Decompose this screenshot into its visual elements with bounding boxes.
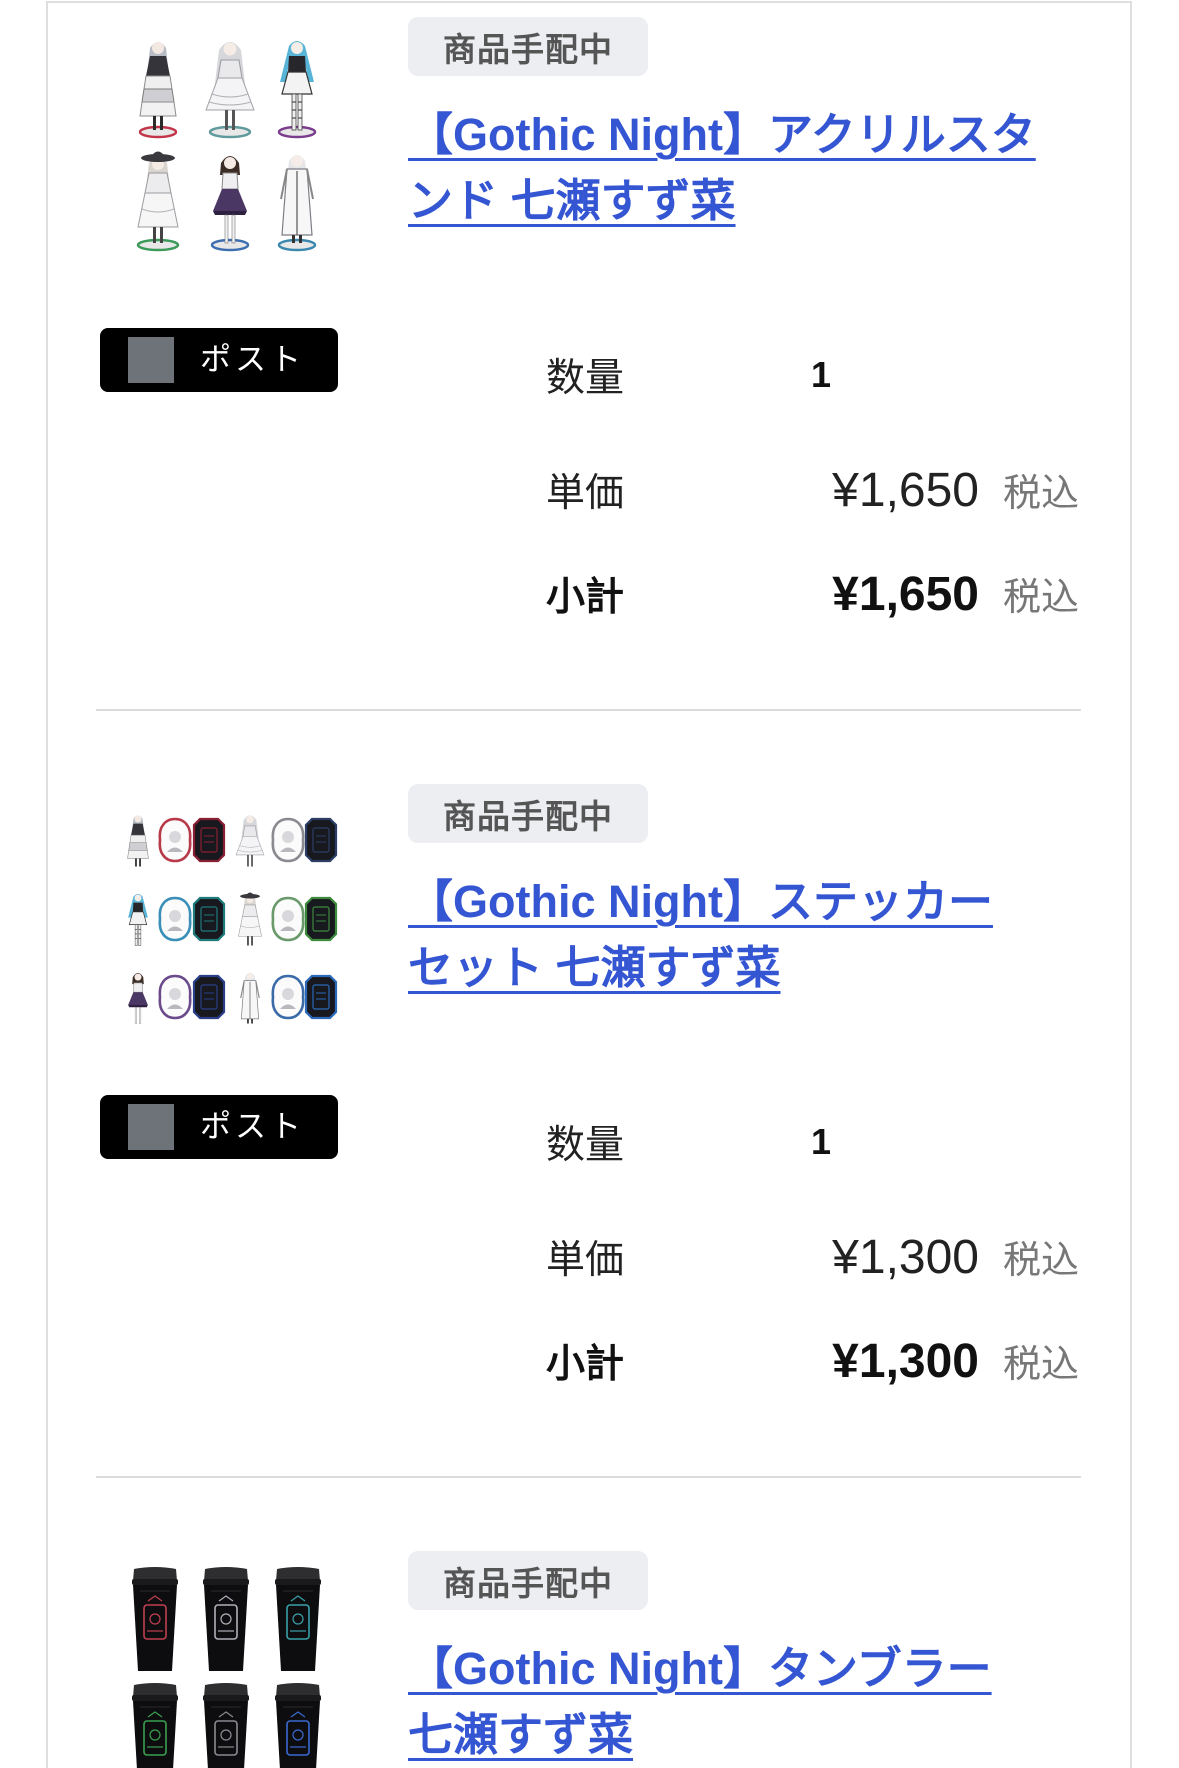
tax-included-label: 税込 bbox=[1002, 1342, 1079, 1386]
product-thumbnail[interactable] bbox=[122, 797, 360, 1041]
subtotal-amount: ¥1,650 bbox=[832, 568, 979, 621]
shipping-method-label: ポスト bbox=[200, 342, 305, 378]
shipping-method-label: ポスト bbox=[200, 1109, 305, 1145]
subtotal-value: ¥1,650 税込 bbox=[808, 566, 1079, 622]
tax-included-label: 税込 bbox=[1002, 1238, 1079, 1282]
shipping-method-badge: ポスト bbox=[100, 1095, 338, 1159]
acrylic-stand-set-image bbox=[122, 30, 360, 274]
status-badge-label: 商品手配中 bbox=[443, 1563, 613, 1603]
product-title-line: 【Gothic Night】ステッカー bbox=[408, 876, 993, 927]
status-badge: 商品手配中 bbox=[408, 1551, 648, 1610]
product-thumbnail[interactable] bbox=[122, 30, 360, 274]
unit-price-value: ¥1,300 税込 bbox=[808, 1229, 1079, 1285]
product-title-line: 【Gothic Night】タンブラー bbox=[408, 1643, 992, 1694]
order-item: 商品手配中 【Gothic Night】タンブラー 七瀬すず菜 bbox=[0, 1534, 1179, 1768]
quantity-label: 数量 bbox=[546, 356, 625, 401]
item-divider bbox=[96, 1476, 1081, 1478]
unit-price-label: 単価 bbox=[546, 1238, 625, 1283]
unit-price-row: 単価 ¥1,300 税込 bbox=[546, 1227, 1079, 1287]
product-title-line: 【Gothic Night】アクリルスタ bbox=[408, 109, 1036, 160]
order-item: 商品手配中 【Gothic Night】ステッカー セット 七瀬すず菜 ポスト … bbox=[0, 767, 1179, 1534]
unit-price-amount: ¥1,650 bbox=[832, 464, 979, 517]
order-items-page: 商品手配中 【Gothic Night】アクリルスタ ンド 七瀬すず菜 ポスト … bbox=[0, 0, 1179, 1768]
subtotal-row: 小計 ¥1,650 税込 bbox=[546, 564, 1079, 624]
quantity-value: 1 bbox=[808, 1121, 1079, 1163]
quantity-number: 1 bbox=[811, 1121, 832, 1162]
quantity-label: 数量 bbox=[546, 1123, 625, 1168]
subtotal-amount: ¥1,300 bbox=[832, 1335, 979, 1388]
product-title-line: セット 七瀬すず菜 bbox=[408, 942, 781, 993]
status-badge-label: 商品手配中 bbox=[443, 796, 613, 836]
quantity-row: 数量 1 bbox=[546, 1112, 1079, 1172]
unit-price-amount: ¥1,300 bbox=[832, 1231, 979, 1284]
tax-included-label: 税込 bbox=[1002, 575, 1079, 619]
unit-price-row: 単価 ¥1,650 税込 bbox=[546, 460, 1079, 520]
tax-included-label: 税込 bbox=[1002, 471, 1079, 515]
status-badge: 商品手配中 bbox=[408, 17, 648, 76]
product-title-line: ンド 七瀬すず菜 bbox=[408, 175, 736, 226]
quantity-row: 数量 1 bbox=[546, 345, 1079, 405]
product-title-link[interactable]: 【Gothic Night】タンブラー 七瀬すず菜 bbox=[408, 1636, 1118, 1768]
tumbler-set-image bbox=[122, 1564, 360, 1768]
subtotal-row: 小計 ¥1,300 税込 bbox=[546, 1331, 1079, 1391]
shipping-square-icon bbox=[128, 1104, 174, 1150]
unit-price-label: 単価 bbox=[546, 471, 625, 516]
order-item: 商品手配中 【Gothic Night】アクリルスタ ンド 七瀬すず菜 ポスト … bbox=[0, 0, 1179, 767]
product-title-link[interactable]: 【Gothic Night】アクリルスタ ンド 七瀬すず菜 bbox=[408, 102, 1118, 234]
shipping-method-badge: ポスト bbox=[100, 328, 338, 392]
product-title-line: 七瀬すず菜 bbox=[408, 1709, 634, 1760]
quantity-value: 1 bbox=[808, 354, 1079, 396]
status-badge: 商品手配中 bbox=[408, 784, 648, 843]
subtotal-label: 小計 bbox=[546, 1342, 625, 1387]
subtotal-value: ¥1,300 税込 bbox=[808, 1333, 1079, 1389]
product-thumbnail[interactable] bbox=[122, 1564, 360, 1768]
sticker-set-image bbox=[122, 797, 360, 1041]
product-title-link[interactable]: 【Gothic Night】ステッカー セット 七瀬すず菜 bbox=[408, 869, 1118, 1001]
subtotal-label: 小計 bbox=[546, 575, 625, 620]
item-divider bbox=[96, 709, 1081, 711]
status-badge-label: 商品手配中 bbox=[443, 29, 613, 69]
quantity-number: 1 bbox=[811, 354, 832, 395]
shipping-square-icon bbox=[128, 337, 174, 383]
unit-price-value: ¥1,650 税込 bbox=[808, 462, 1079, 518]
